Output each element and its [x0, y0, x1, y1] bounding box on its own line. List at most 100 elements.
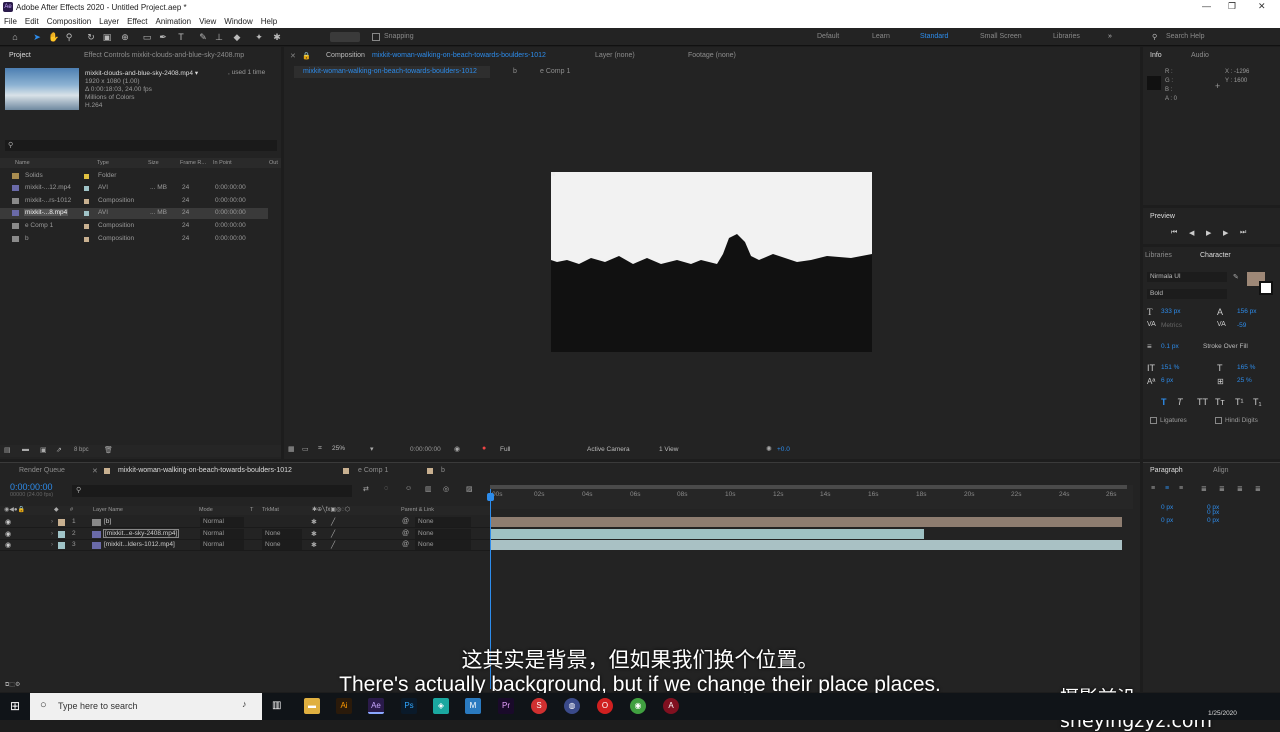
layer-name[interactable]: [b] [104, 518, 111, 525]
parent-pickwhip-icon[interactable]: @ [402, 541, 409, 548]
play-icon[interactable]: ▶ [1206, 229, 1211, 237]
space-after-value[interactable]: 0 px [1207, 517, 1219, 524]
hand-tool-icon[interactable]: ✋ [48, 32, 59, 42]
render-queue-tab[interactable]: Render Queue [19, 467, 65, 474]
col-size[interactable]: Size [148, 160, 159, 166]
camera-select[interactable]: Active Camera [587, 446, 630, 453]
breadcrumb-e-comp-1[interactable]: e Comp 1 [540, 68, 570, 75]
layer-bar-sky[interactable] [491, 529, 924, 539]
font-size-value[interactable]: 333 px [1161, 308, 1181, 315]
leading-value[interactable]: 156 px [1237, 308, 1257, 315]
layer-tab[interactable]: Layer (none) [595, 52, 635, 59]
clone-stamp-tool-icon[interactable]: ⊥ [214, 32, 224, 42]
new-composition-icon[interactable]: ▣ [40, 446, 47, 454]
align-left-icon[interactable]: ≡ [1151, 485, 1155, 492]
interpret-footage-icon[interactable]: ▤ [4, 446, 11, 454]
font-style-select[interactable]: Bold [1147, 289, 1227, 299]
faux-italic-icon[interactable]: T [1177, 397, 1183, 407]
collapse-switch-icon[interactable]: ✱ [311, 530, 317, 538]
workspace-standard[interactable]: Standard [920, 33, 948, 40]
graph-editor-icon[interactable]: ▨ [466, 485, 473, 493]
info-tab[interactable]: Info [1150, 52, 1162, 59]
blend-mode-select[interactable]: Normal [200, 517, 244, 527]
justify-left-icon[interactable]: ≣ [1201, 485, 1207, 493]
tracking-value[interactable]: -59 [1237, 322, 1246, 329]
timeline-tab-main[interactable]: mixkit-woman-walking-on-beach-towards-bo… [118, 467, 292, 474]
current-time[interactable]: 0:00:00:00 [10, 482, 53, 492]
small-caps-icon[interactable]: Tт [1215, 397, 1225, 407]
lock-icon[interactable]: 🔒 [302, 52, 311, 60]
app-red-icon[interactable]: S [531, 698, 547, 714]
layer-label-color[interactable] [58, 519, 65, 526]
selection-tool-icon[interactable]: ➤ [32, 32, 42, 42]
playhead-handle[interactable] [487, 493, 494, 501]
region-of-interest-icon[interactable]: ▭ [302, 445, 309, 453]
after-effects-taskbar-icon[interactable]: Ae [368, 698, 384, 714]
project-item[interactable]: b Composition 24 0:00:00:00 [0, 234, 270, 245]
layer-name[interactable]: [mixkit...lders-1012.mp4] [104, 541, 175, 548]
chrome-icon[interactable]: ◉ [630, 698, 646, 714]
menu-view[interactable]: View [195, 15, 220, 28]
comp-tab-name[interactable]: mixkit-woman-walking-on-beach-towards-bo… [372, 52, 546, 59]
quality-switch-icon[interactable]: ╱ [331, 518, 335, 526]
all-caps-icon[interactable]: TT [1197, 397, 1208, 407]
project-item[interactable]: Solids Folder [0, 171, 270, 182]
eraser-tool-icon[interactable]: ◆ [232, 32, 242, 42]
pan-behind-tool-icon[interactable]: ⊕ [120, 32, 130, 42]
ligatures-checkbox[interactable] [1150, 417, 1157, 424]
blend-mode-select[interactable]: Normal [200, 529, 244, 539]
next-frame-icon[interactable]: ▶ [1223, 229, 1228, 237]
premiere-icon[interactable]: Pr [498, 698, 514, 714]
exposure-icon[interactable]: ✺ [766, 445, 772, 453]
parent-select[interactable]: None [415, 540, 471, 550]
always-preview-icon[interactable]: ▦ [288, 445, 295, 453]
illustrator-icon[interactable]: Ai [336, 698, 352, 714]
menu-animation[interactable]: Animation [151, 15, 195, 28]
resolution-select[interactable]: Full [500, 446, 510, 453]
comp-tab-prefix[interactable]: Composition [326, 52, 365, 59]
col-name[interactable]: Name [15, 160, 30, 166]
timeline-tab-b[interactable]: b [441, 467, 445, 474]
resolution-toggle-icon[interactable]: ▾ [370, 445, 374, 453]
flowchart-icon[interactable]: ⇗ [56, 446, 62, 454]
kerning-value[interactable]: Metrics [1161, 322, 1182, 329]
menu-effect[interactable]: Effect [123, 15, 151, 28]
channel-icon[interactable]: ● [482, 445, 486, 452]
draft-3d-icon[interactable]: ◌ [384, 485, 388, 492]
app-dark-red-icon[interactable]: A [663, 698, 679, 714]
bit-depth-button[interactable]: 8 bpc [74, 447, 89, 453]
timeline-tab-e-comp-1[interactable]: e Comp 1 [358, 467, 388, 474]
tsume-value[interactable]: 25 % [1237, 377, 1252, 384]
parent-header[interactable]: Parent & Link [401, 507, 434, 513]
layer-row[interactable]: ◉ › 3 [mixkit...lders-1012.mp4] Normal N… [0, 540, 490, 551]
opera-icon[interactable]: O [597, 698, 613, 714]
menu-composition[interactable]: Composition [43, 15, 95, 28]
baseline-shift-value[interactable]: 6 px [1161, 377, 1173, 384]
camera-tool-icon[interactable]: ▣ [102, 32, 112, 42]
menu-help[interactable]: Help [257, 15, 281, 28]
workspace-small-screen[interactable]: Small Screen [980, 33, 1022, 40]
align-right-icon[interactable]: ≡ [1179, 485, 1183, 492]
hindi-digits-checkbox[interactable] [1215, 417, 1222, 424]
indent-left-value[interactable]: 0 px [1161, 504, 1173, 511]
first-frame-icon[interactable]: ⏮ [1171, 229, 1177, 237]
app-icon[interactable]: ◈ [433, 698, 449, 714]
libraries-tab[interactable]: Libraries [1145, 252, 1172, 259]
justify-center-icon[interactable]: ≣ [1219, 485, 1225, 493]
visibility-eye-icon[interactable]: ◉ [5, 541, 11, 549]
viewer-timecode[interactable]: 0:00:00:00 [410, 446, 441, 453]
search-icon[interactable]: ⚲ [1152, 33, 1157, 41]
layer-name-header[interactable]: Layer Name [93, 507, 123, 513]
breadcrumb-active[interactable]: mixkit-woman-walking-on-beach-towards-bo… [294, 66, 490, 78]
search-help[interactable]: Search Help [1166, 33, 1205, 40]
effect-controls-tab[interactable]: Effect Controls mixkit-clouds-and-blue-s… [84, 52, 244, 59]
preview-tab[interactable]: Preview [1150, 213, 1175, 220]
views-select[interactable]: 1 View [659, 446, 678, 453]
menu-layer[interactable]: Layer [95, 15, 123, 28]
trash-icon[interactable]: 🗑 [104, 446, 113, 454]
close-comp-tab-icon[interactable]: ✕ [290, 52, 296, 60]
layer-label-color[interactable] [58, 542, 65, 549]
microphone-icon[interactable]: ♪ [242, 699, 247, 709]
t-header[interactable]: T [250, 507, 253, 513]
faux-bold-icon[interactable]: T [1161, 397, 1167, 407]
